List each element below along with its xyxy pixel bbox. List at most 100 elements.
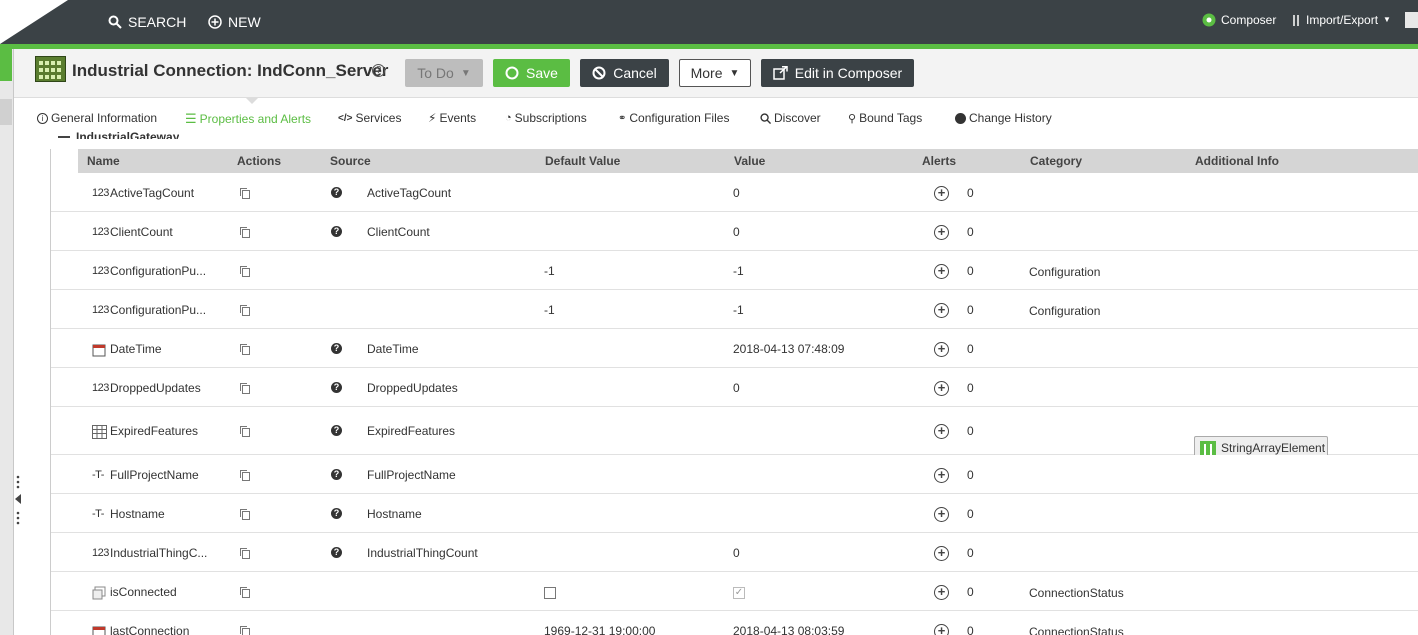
table-row[interactable]: -T- FullProjectName? FullProjectName +0 <box>51 455 1418 494</box>
tab-configuration-files[interactable]: ⚭ Configuration Files <box>618 111 729 125</box>
group-label: IndustrialGateway <box>76 130 180 139</box>
todo-button[interactable]: To Do ▼ <box>405 59 483 87</box>
collapse-dash-icon[interactable] <box>58 136 70 138</box>
tab-subscriptions[interactable]: ◔ Subscriptions <box>505 111 587 125</box>
property-name: ConfigurationPu... <box>110 264 207 278</box>
user-avatar[interactable] <box>1405 12 1418 28</box>
copy-icon[interactable] <box>240 426 250 437</box>
tab-bound-tags[interactable]: ⚲ Bound Tags <box>848 111 922 125</box>
add-alert-icon[interactable]: + <box>934 424 949 439</box>
property-source: ClientCount <box>367 225 430 239</box>
property-name: ClientCount <box>110 225 173 239</box>
copy-icon[interactable] <box>240 266 250 277</box>
table-row[interactable]: lastConnection 1969-12-31 19:00:00 2018-04… <box>51 611 1418 635</box>
add-alert-icon[interactable]: + <box>934 225 949 240</box>
left-panel-item[interactable] <box>0 99 12 125</box>
copy-icon[interactable] <box>240 470 250 481</box>
tab-general-information[interactable]: i General Information <box>37 111 157 125</box>
add-alert-icon[interactable]: + <box>934 342 949 357</box>
circle-icon <box>505 66 519 80</box>
add-alert-icon[interactable]: + <box>934 507 949 522</box>
column-header-name[interactable]: Name <box>87 154 120 168</box>
table-row[interactable]: isConnected ✓ +0 ConnectionStatus <box>51 572 1418 611</box>
copy-icon[interactable] <box>240 227 250 238</box>
column-header-alerts: Alerts <box>922 154 957 168</box>
text-icon: -T- <box>92 469 104 481</box>
property-source: DroppedUpdates <box>367 381 458 395</box>
add-alert-icon[interactable]: + <box>934 264 949 279</box>
todo-label: To Do <box>417 65 454 81</box>
property-value: 0 <box>733 546 740 560</box>
tab-events[interactable]: ⚡ Events <box>428 111 476 125</box>
property-default-value: -1 <box>544 303 555 317</box>
column-header-value[interactable]: Value <box>734 154 765 168</box>
column-header-source[interactable]: Source <box>330 154 371 168</box>
column-header-category[interactable]: Category <box>1030 154 1082 168</box>
table-row[interactable]: 123 IndustrialThingC...? IndustrialThingCo… <box>51 533 1418 572</box>
new-nav-button[interactable]: NEW <box>208 0 261 44</box>
copy-icon[interactable] <box>240 626 250 635</box>
column-header-default-value[interactable]: Default Value <box>545 154 620 168</box>
help-icon[interactable]: ? <box>372 64 385 77</box>
property-name: Hostname <box>110 507 165 521</box>
table-icon <box>92 425 107 442</box>
save-button[interactable]: Save <box>493 59 570 87</box>
chevron-down-icon: ▼ <box>729 67 740 79</box>
table-row[interactable]: ExpiredFeatures? ExpiredFeatures +0 StringA… <box>51 407 1418 459</box>
copy-icon[interactable] <box>240 305 250 316</box>
copy-icon[interactable] <box>240 344 250 355</box>
alert-count: 0 <box>967 468 974 482</box>
composer-label: Composer <box>1221 13 1277 27</box>
alert-count: 0 <box>967 342 974 356</box>
tab-discover[interactable]: Discover <box>760 111 821 125</box>
property-source: ExpiredFeatures <box>367 424 456 438</box>
default-value-checkbox[interactable] <box>544 587 556 599</box>
more-button[interactable]: More ▼ <box>679 59 751 87</box>
property-source: ActiveTagCount <box>367 186 452 200</box>
question-icon: ? <box>331 425 342 436</box>
table-row[interactable]: 123 ClientCount? ClientCount 0 +0 <box>51 212 1418 251</box>
add-alert-icon[interactable]: + <box>934 303 949 318</box>
tab-properties-and-alerts[interactable]: ☰ Properties and Alerts <box>185 111 311 127</box>
copy-icon[interactable] <box>240 509 250 520</box>
table-row[interactable]: 123 DroppedUpdates? DroppedUpdates 0 +0 <box>51 368 1418 407</box>
save-label: Save <box>526 65 558 81</box>
import-export-label: Import/Export <box>1306 13 1379 27</box>
copy-icon[interactable] <box>240 548 250 559</box>
tab-services[interactable]: </> Services <box>338 111 401 125</box>
import-export-menu[interactable]: Import/Export ▼ <box>1291 0 1391 40</box>
search-nav-button[interactable]: SEARCH <box>108 0 186 44</box>
composer-link[interactable]: Composer <box>1202 0 1276 40</box>
number-icon: 123 <box>92 382 109 394</box>
property-name: isConnected <box>110 585 177 599</box>
table-row[interactable]: DateTime? DateTime 2018-04-13 07:48:09 +0 <box>51 329 1418 368</box>
table-row[interactable]: -T- Hostname? Hostname +0 <box>51 494 1418 533</box>
add-alert-icon[interactable]: + <box>934 585 949 600</box>
composer-gear-icon <box>1202 13 1216 27</box>
cancel-button[interactable]: Cancel <box>580 59 669 87</box>
copy-icon[interactable] <box>240 383 250 394</box>
edit-in-composer-button[interactable]: Edit in Composer <box>761 59 914 87</box>
table-row[interactable]: 123 ActiveTagCount? ActiveTagCount 0 +0 <box>51 173 1418 212</box>
table-row[interactable]: 123 ConfigurationPu... -1 -1 +0 Configuration <box>51 290 1418 329</box>
add-alert-icon[interactable]: + <box>934 468 949 483</box>
column-header-actions: Actions <box>237 154 282 168</box>
add-alert-icon[interactable]: + <box>934 381 949 396</box>
copy-icon[interactable] <box>240 587 250 598</box>
link-icon: ⚭ <box>618 112 627 124</box>
external-link-icon <box>773 66 788 80</box>
question-icon: ? <box>331 547 342 558</box>
left-panel-selected[interactable] <box>0 49 12 81</box>
property-value: 0 <box>733 186 740 200</box>
industrial-connection-icon <box>35 56 66 82</box>
table-columns-icon <box>1200 440 1216 455</box>
tab-change-history[interactable]: Change History <box>955 111 1052 125</box>
property-category: ConnectionStatus <box>1029 586 1124 600</box>
number-icon: 123 <box>92 187 109 199</box>
copy-icon[interactable] <box>240 188 250 199</box>
table-row[interactable]: 123 ConfigurationPu... -1 -1 +0 Configuration <box>51 251 1418 290</box>
add-alert-icon[interactable]: + <box>934 546 949 561</box>
panel-resize-handle[interactable] <box>14 474 22 526</box>
add-alert-icon[interactable]: + <box>934 624 949 635</box>
add-alert-icon[interactable]: + <box>934 186 949 201</box>
